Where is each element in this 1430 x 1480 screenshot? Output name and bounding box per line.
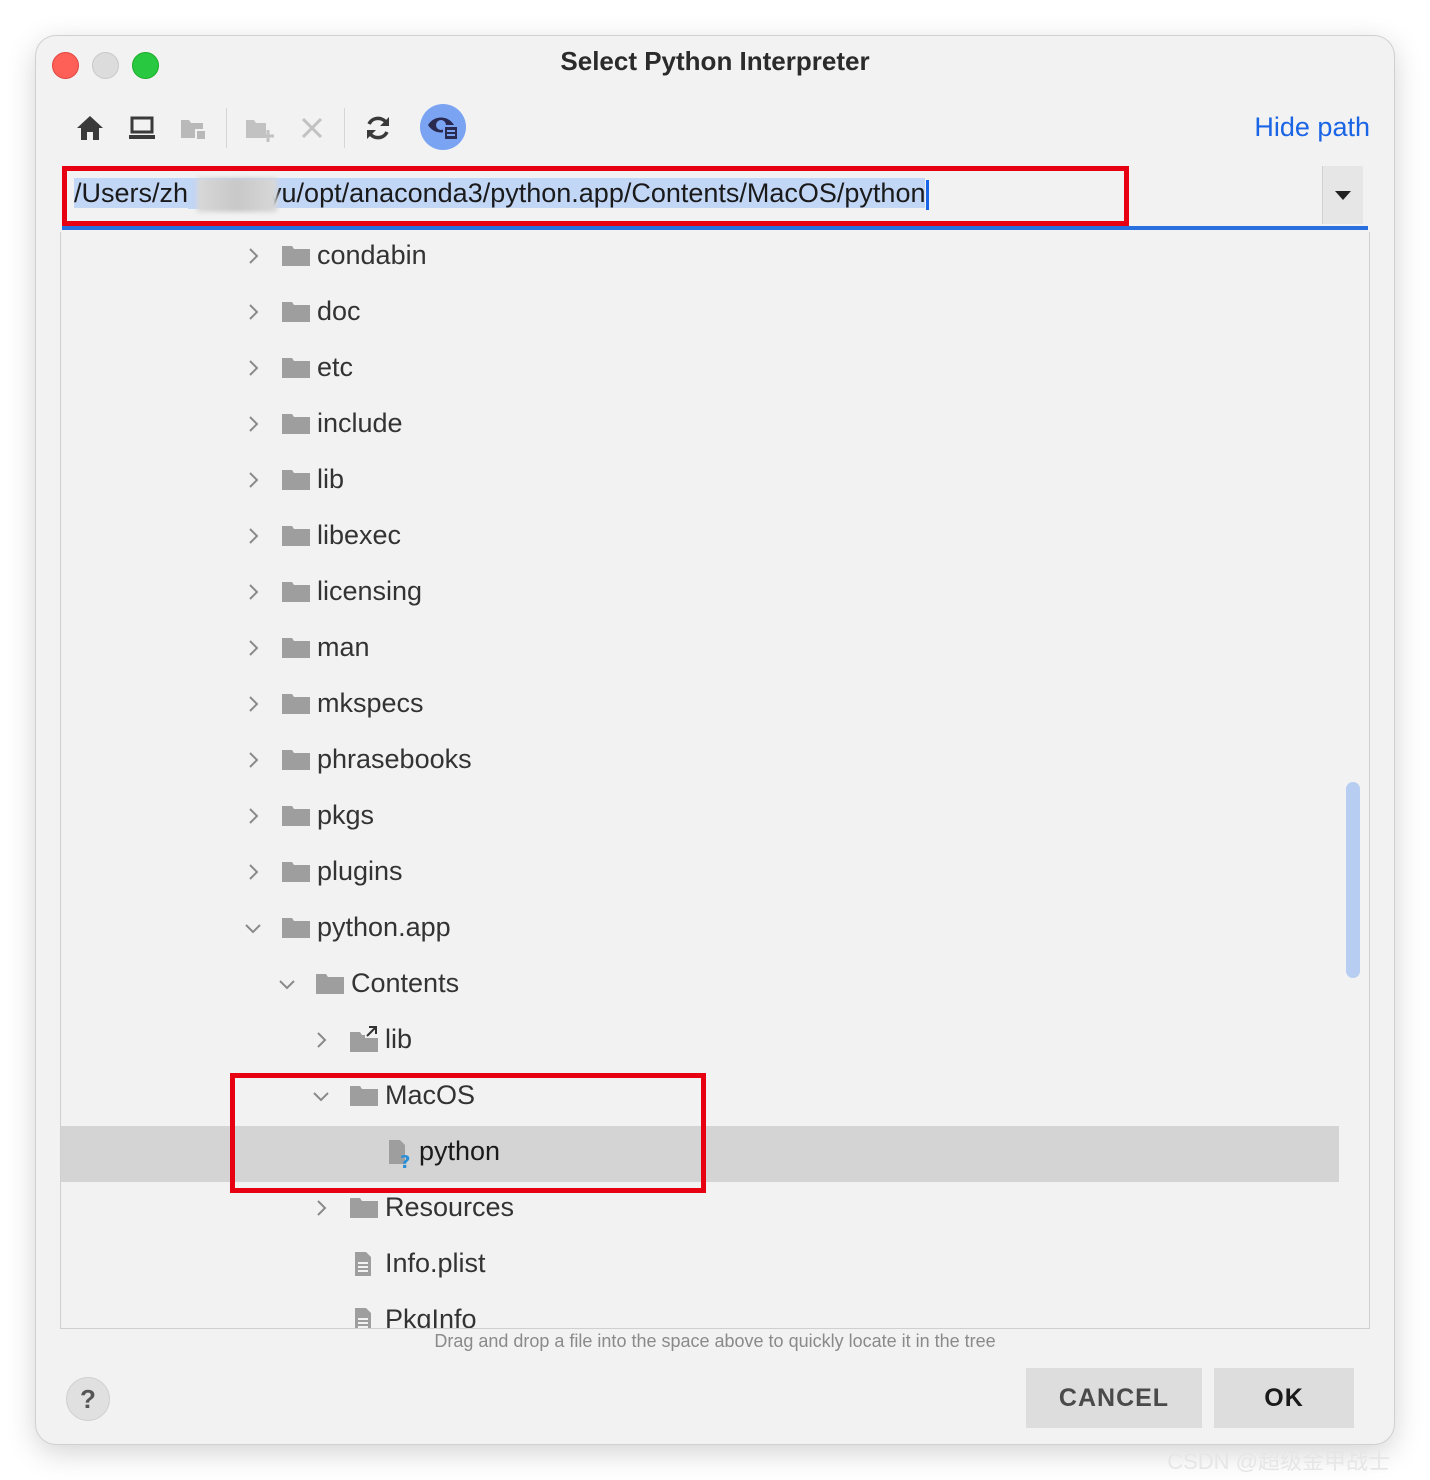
tree-item-label: phrasebooks [317,744,472,774]
delete-icon [301,117,323,139]
tree-item[interactable]: lib [61,454,1339,510]
tree-item[interactable]: phrasebooks [61,734,1339,790]
chevron-right-icon[interactable] [241,524,265,548]
project-button[interactable] [174,108,214,148]
dialog-title: Select Python Interpreter [560,46,870,76]
tree-item[interactable]: Contents [61,958,1339,1014]
new-folder-button[interactable] [240,108,280,148]
tree-item[interactable]: PkgInfo [61,1294,1339,1329]
tree-item-label: mkspecs [317,688,424,718]
chevron-right-icon[interactable] [309,1196,333,1220]
folder-icon [315,970,345,998]
ok-button[interactable]: OK [1214,1368,1354,1428]
drag-drop-hint: Drag and drop a file into the space abov… [434,1331,996,1351]
chevron-right-icon[interactable] [241,300,265,324]
desktop-icon [129,116,155,139]
folder-icon [281,354,311,382]
toolbar-separator [344,108,345,148]
chevron-right-icon[interactable] [309,1028,333,1052]
folder-icon [281,746,311,774]
tree-item-label: etc [317,352,354,382]
chevron-right-icon[interactable] [241,356,265,380]
tree-item-label: Info.plist [385,1248,486,1278]
tree-item-label: libexec [317,520,402,550]
folder-icon [349,1194,379,1222]
tree-item[interactable]: pkgs [61,790,1339,846]
chevron-right-icon[interactable] [241,636,265,660]
chevron-right-icon[interactable] [241,692,265,716]
refresh-button[interactable] [358,108,398,148]
tree-item[interactable]: include [61,398,1339,454]
folder-icon [281,466,311,494]
tree-item[interactable]: lib [61,1014,1339,1070]
folder-icon [281,802,311,830]
folder-icon [281,522,311,550]
chevron-down-icon[interactable] [275,972,299,996]
tree-item-label: Contents [351,968,460,998]
tree-item-label: plugins [317,856,403,886]
tree-item[interactable]: licensing [61,566,1339,622]
text-file-icon [349,1250,379,1278]
show-hidden-files-icon [428,117,459,141]
folder-icon [281,914,311,942]
tree-item[interactable]: mkspecs [61,678,1339,734]
tree-scrollbar[interactable] [1346,782,1360,978]
tree-item-label: doc [317,296,361,326]
chevron-right-icon[interactable] [241,804,265,828]
chevron-right-icon[interactable] [241,244,265,268]
tree-item-label: man [317,632,370,662]
chevron-right-icon[interactable] [241,860,265,884]
hide-path-link[interactable]: Hide path [1254,112,1370,143]
chevron-right-icon[interactable] [241,412,265,436]
tree-item[interactable]: condabin [61,232,1339,286]
tree-item[interactable]: doc [61,286,1339,342]
refresh-icon [367,116,389,140]
tree-item-label: lib [385,1024,413,1054]
tree-item-label: licensing [317,576,423,606]
chevron-right-icon[interactable] [241,748,265,772]
folder-icon [281,578,311,606]
cancel-button[interactable]: CANCEL [1026,1368,1202,1428]
folder-icon [281,298,311,326]
watermark: CSDN @超级金甲战士 [1167,1449,1390,1474]
tree-item-label: PkgInfo [385,1304,477,1329]
folder-icon [281,690,311,718]
path-history-dropdown[interactable] [1322,166,1363,224]
tree-item-label: Resources [385,1192,515,1222]
tree-item-label: lib [317,464,345,494]
delete-button[interactable] [292,108,332,148]
home-icon [77,116,103,140]
chevron-right-icon[interactable] [241,468,265,492]
chevron-right-icon[interactable] [241,580,265,604]
help-button[interactable]: ? [66,1377,110,1421]
tree-item-label: include [317,408,403,438]
new-folder-icon [246,120,274,142]
tree-item-label: condabin [317,240,427,270]
folder-icon [281,242,311,270]
tree-item[interactable]: libexec [61,510,1339,566]
tree-item-label: pkgs [317,800,375,830]
folder-icon [281,410,311,438]
chevron-down-icon[interactable] [241,916,265,940]
folder-icon [281,858,311,886]
toolbar-separator [226,108,227,148]
tree-item-label: python.app [317,912,451,942]
tree-item[interactable]: man [61,622,1339,678]
desktop-button[interactable] [122,108,162,148]
annotation-box-path [62,166,1129,226]
tree-item[interactable]: Info.plist [61,1238,1339,1294]
project-folder-icon [181,120,207,141]
tree-item[interactable]: python.app [61,902,1339,958]
folder-symlink-icon [349,1026,379,1054]
annotation-box-python [230,1073,706,1193]
tree-item[interactable]: etc [61,342,1339,398]
folder-icon [281,634,311,662]
home-button[interactable] [70,108,110,148]
tree-item[interactable]: plugins [61,846,1339,902]
show-hidden-files-button[interactable] [420,104,466,150]
text-file-icon [349,1306,379,1328]
chevron-down-icon [1335,191,1351,200]
